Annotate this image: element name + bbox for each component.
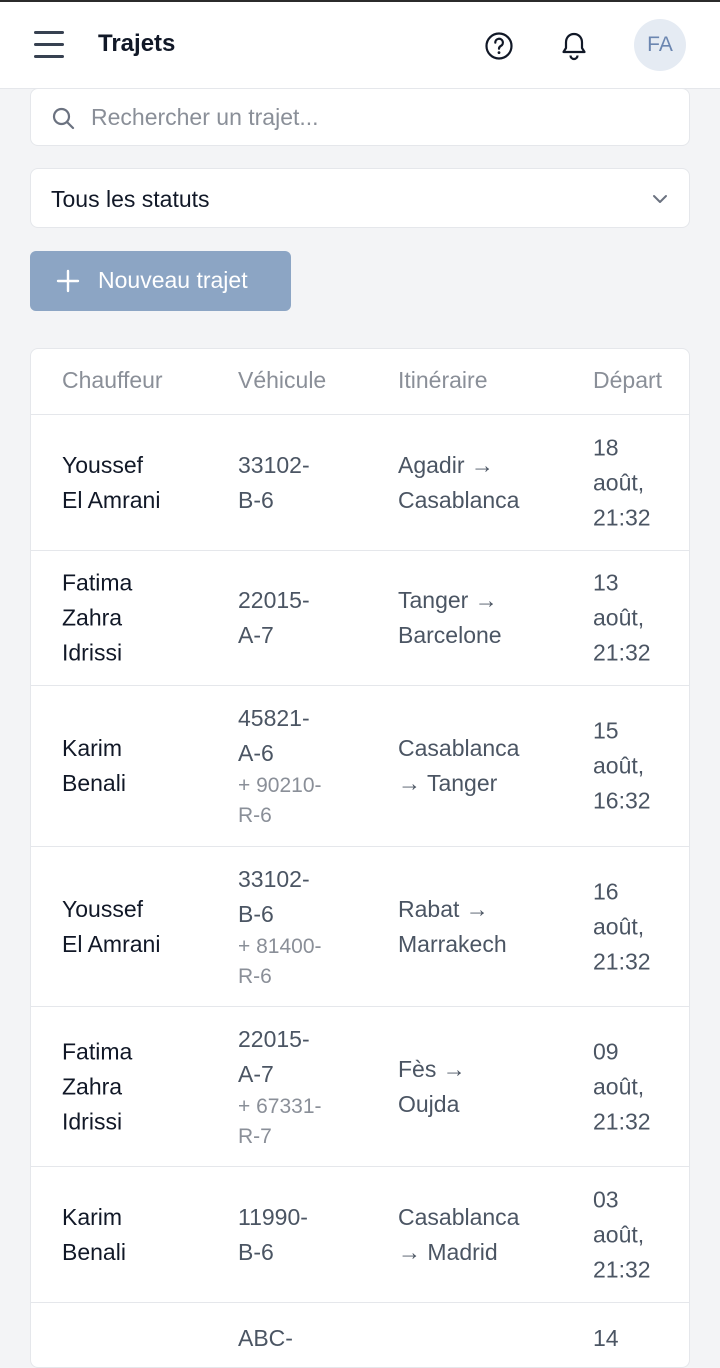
cell-driver: Fatima Zahra Idrissi [62,569,133,666]
new-trip-label: Nouveau trajet [98,267,248,293]
table-row[interactable]: Fatima Zahra Idrissi 22015- A-7 + 67331- R-7 Fè… [31,1007,689,1167]
chevron-down-icon [653,195,667,203]
cell-driver: Youssef El Amrani [62,451,161,513]
cell-route: Rabat → Marrakech [398,895,507,957]
search-input[interactable] [91,99,671,135]
column-header-route[interactable]: Itinéraire [398,367,487,394]
cell-vehicle: 22015- A-7 [238,587,310,648]
cell-driver: Karim Benali [62,735,126,796]
cell-vehicle: ABC- [238,1325,293,1351]
status-filter-select[interactable]: Tous les statuts [30,168,690,228]
table-row[interactable]: Karim Benali 11990- B-6 Casablanca → Madrid 03… [31,1167,689,1303]
cell-departure: 14 [593,1325,619,1351]
cell-departure: 03 août, 21:32 [593,1186,651,1282]
search-box[interactable] [30,88,690,146]
cell-route: Casablanca → Tanger [398,735,520,796]
cell-departure: 16 août, 21:32 [593,878,651,974]
cell-route: Agadir → Casablanca [398,451,520,513]
cell-route: Tanger → Barcelone [398,587,502,648]
cell-driver: Youssef El Amrani [62,895,161,957]
cell-departure: 15 août, 16:32 [593,717,651,814]
cell-vehicle: 11990- B-6 [238,1203,308,1265]
cell-departure: 13 août, 21:32 [593,569,651,666]
new-trip-button[interactable]: Nouveau trajet [30,251,291,311]
cell-vehicle: 22015- A-7 + 67331- R-7 [238,1025,322,1148]
cell-departure: 18 août, 21:32 [593,434,651,530]
app-bar: Trajets FA [0,2,720,89]
help-icon[interactable] [484,31,514,61]
plus-icon [56,269,80,293]
page-title: Trajets [98,30,176,57]
table-header: Chauffeur Véhicule Itinéraire Départ [31,349,689,415]
avatar[interactable]: FA [634,19,686,71]
cell-departure: 09 août, 21:32 [593,1038,651,1134]
table-row[interactable]: ABC- 14 [31,1303,689,1367]
status-filter-value: Tous les statuts [51,186,210,212]
cell-vehicle: 33102- B-6 + 81400- R-6 [238,865,322,988]
column-header-vehicle[interactable]: Véhicule [238,367,326,394]
search-icon [52,107,75,130]
menu-icon[interactable] [34,31,64,59]
bell-icon[interactable] [559,30,589,62]
cell-route: Casablanca → Madrid [398,1203,520,1265]
cell-vehicle: 45821- A-6 + 90210- R-6 [238,705,322,827]
cell-vehicle: 33102- B-6 [238,451,310,513]
cell-driver: Karim Benali [62,1203,126,1265]
table-row[interactable]: Youssef El Amrani 33102- B-6 + 81400- R-6 Raba… [31,847,689,1007]
column-header-departure[interactable]: Départ [593,367,662,394]
cell-driver: Fatima Zahra Idrissi [62,1038,133,1134]
table-row[interactable]: Fatima Zahra Idrissi 22015- A-7 Tanger → Barce… [31,551,689,686]
table-row[interactable]: Youssef El Amrani 33102- B-6 Agadir → Casabla… [31,415,689,551]
cell-route: Fès → Oujda [398,1055,466,1117]
trips-table: Chauffeur Véhicule Itinéraire Départ You… [30,348,690,1368]
table-row[interactable]: Karim Benali 45821- A-6 + 90210- R-6 Casablanc… [31,686,689,847]
column-header-driver[interactable]: Chauffeur [62,367,163,394]
